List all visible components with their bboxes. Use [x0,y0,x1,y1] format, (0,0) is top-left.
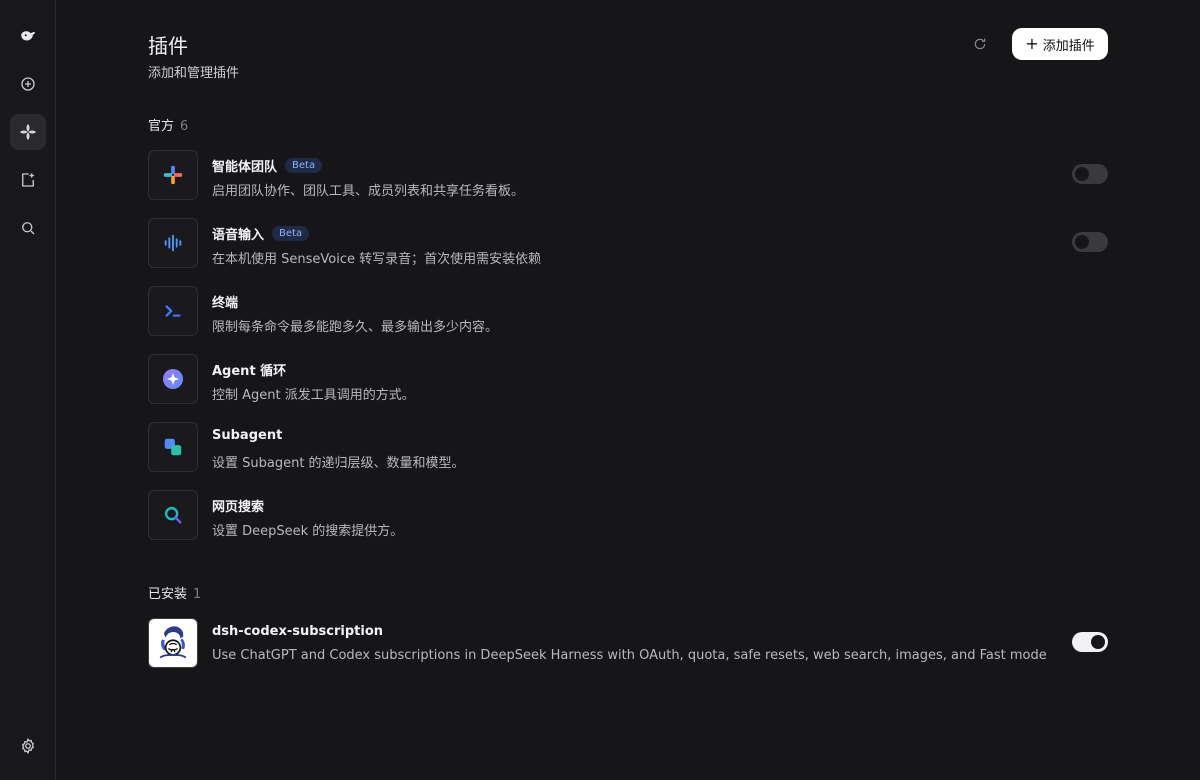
plugin-description: 设置 DeepSeek 的搜索提供方。 [212,524,404,539]
plugin-item-agent-loop: Agent 循环 控制 Agent 派发工具调用的方式。 [148,354,1108,404]
plugin-name-text: 智能体团队 [212,160,278,175]
section-installed-header: 已安装 1 [148,583,201,602]
page-subtitle: 添加和管理插件 [148,66,240,81]
add-document-icon[interactable] [10,162,46,198]
section-official-count: 6 [180,119,189,134]
plugin-name-text: 语音输入 [212,228,265,243]
search-icon[interactable] [10,210,46,246]
plugin-item-dsh-codex-subscription: dsh-codex-subscription Use ChatGPT and C… [148,618,1108,668]
beta-badge: Beta [285,158,323,173]
plugin-name: 网页搜索 [212,496,264,515]
plugin-name-text: 终端 [212,296,239,311]
section-official-label: 官方 [148,119,175,134]
plugin-item-subagent: Subagent 设置 Subagent 的递归层级、数量和模型。 [148,422,1108,472]
toggle-knob [1091,635,1105,649]
toggle-knob [1075,167,1089,181]
new-chat-icon[interactable] [10,66,46,102]
plugins-nav-icon[interactable] [10,114,46,150]
plugin-name-text: Agent 循环 [212,364,287,379]
plugin-description: 设置 Subagent 的递归层级、数量和模型。 [212,456,465,471]
subagent-icon [148,422,198,472]
plugin-description: 在本机使用 SenseVoice 转写录音；首次使用需安装依赖 [212,252,542,267]
plugin-name-text: Subagent [212,428,283,443]
logo-whale-icon[interactable] [10,18,46,54]
plugin-description: 控制 Agent 派发工具调用的方式。 [212,388,415,403]
plugin-item-voice-input: 语音输入 Beta 在本机使用 SenseVoice 转写录音；首次使用需安装依… [148,218,1108,268]
agent-team-icon [148,150,198,200]
dsh-codex-subscription-toggle[interactable] [1072,632,1108,652]
plugin-name: Agent 循环 [212,360,286,379]
section-installed-label: 已安装 [148,587,188,602]
sidebar [0,0,56,780]
section-official-header: 官方 6 [148,115,188,134]
plugin-description: 限制每条命令最多能跑多久、最多输出多少内容。 [212,320,499,335]
plugin-item-terminal: 终端 限制每条命令最多能跑多久、最多输出多少内容。 [148,286,1108,336]
agent-team-toggle[interactable] [1072,164,1108,184]
toggle-knob [1075,235,1089,249]
voice-waveform-icon [148,218,198,268]
plugin-item-web-search: 网页搜索 设置 DeepSeek 的搜索提供方。 [148,490,1108,540]
plugin-name: 语音输入 Beta [212,224,310,243]
plugin-name-text: 网页搜索 [212,500,265,515]
refresh-icon[interactable] [970,34,990,54]
codex-avatar-icon [148,618,198,668]
web-search-icon [148,490,198,540]
plugin-description: Use ChatGPT and Codex subscriptions in D… [212,648,1047,663]
plugin-name: dsh-codex-subscription [212,624,383,639]
plugin-description: 启用团队协作、团队工具、成员列表和共享任务看板。 [212,184,525,199]
voice-input-toggle[interactable] [1072,232,1108,252]
agent-loop-icon [148,354,198,404]
add-plugin-button[interactable]: + 添加插件 [1012,28,1108,60]
main-content: 插件 添加和管理插件 + 添加插件 官方 6 智能体团队 Beta 启用团队协作、… [56,0,1200,780]
plus-icon: + [1025,33,1039,53]
beta-badge: Beta [272,226,310,241]
plugin-name: Subagent [212,428,282,443]
settings-gear-icon[interactable] [10,728,46,764]
plugin-item-agent-team: 智能体团队 Beta 启用团队协作、团队工具、成员列表和共享任务看板。 [148,150,1108,200]
terminal-icon [148,286,198,336]
add-plugin-label: 添加插件 [1042,38,1095,54]
section-installed-count: 1 [193,587,202,602]
plugin-name: 智能体团队 Beta [212,156,323,175]
page-title: 插件 [148,34,188,58]
plugin-name-text: dsh-codex-subscription [212,624,384,639]
plugin-name: 终端 [212,292,238,311]
